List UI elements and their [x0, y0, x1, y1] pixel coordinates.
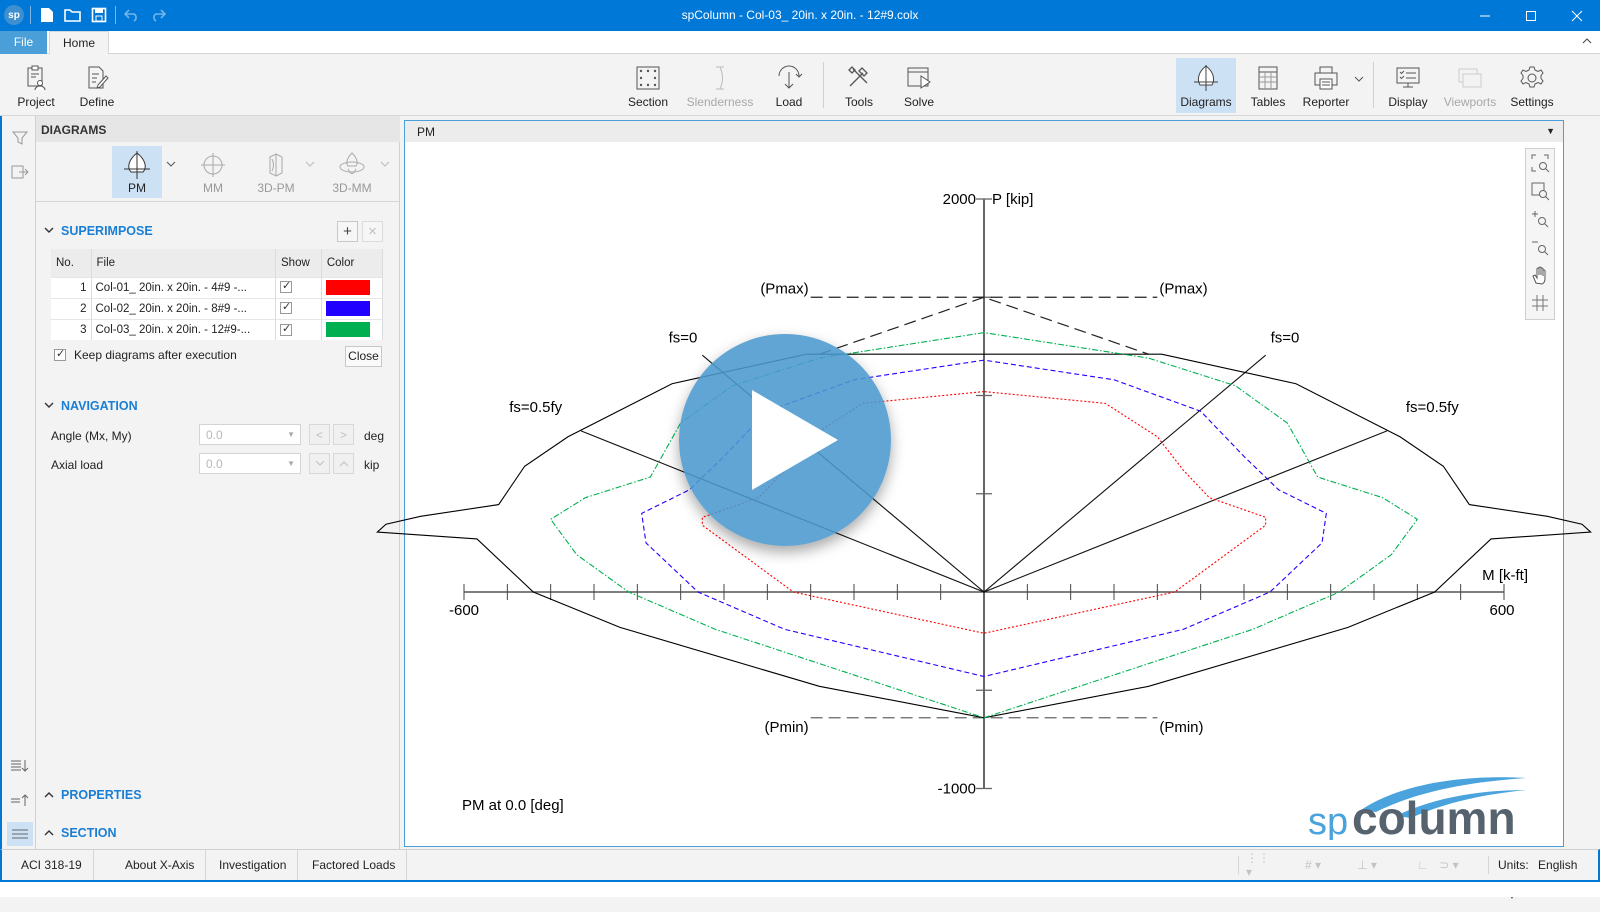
chart-annotation: (Pmin) — [764, 719, 808, 736]
y-axis-label: P [kip] — [992, 191, 1033, 208]
units-value: English — [1538, 858, 1578, 872]
chart-annotation: fs=0.5fy — [1406, 399, 1459, 416]
window-bottom-edge — [0, 880, 1600, 897]
ortho-icon[interactable]: ∟ — [1410, 856, 1436, 874]
chart-annotation: fs=0.5fy — [509, 399, 562, 416]
y-tick-label: 2000 — [943, 191, 976, 208]
status-mode[interactable]: Investigation — [208, 850, 299, 880]
status-design-code[interactable]: ACI 318-19 — [10, 850, 94, 880]
snap-icon[interactable]: ⊥ ▾ — [1354, 856, 1380, 874]
status-separator — [1238, 856, 1239, 874]
status-loads[interactable]: Factored Loads — [301, 850, 408, 880]
brand-column: column — [1352, 792, 1516, 840]
zoom-toolbar — [1525, 148, 1555, 320]
dot-grid-icon[interactable]: ⋮⋮ ▾ — [1246, 851, 1272, 879]
video-play-button[interactable] — [679, 334, 891, 546]
status-bar: ACI 318-19 About X-Axis Investigation Fa… — [0, 849, 1600, 901]
chart-subtitle: PM at 0.0 [deg] — [462, 797, 564, 814]
zoom-in-icon[interactable] — [1528, 207, 1552, 231]
polar-icon[interactable]: ⊃ ▾ — [1436, 856, 1462, 874]
units-label: Units: — [1498, 858, 1529, 872]
x-tick-label: 600 — [1489, 602, 1514, 619]
spcolumn-logo: sp column — [1308, 777, 1526, 840]
grid-lines-icon[interactable]: # ▾ — [1300, 856, 1326, 874]
x-tick-label: -600 — [449, 602, 479, 619]
brand-sp: sp — [1308, 801, 1348, 840]
zoom-out-icon[interactable] — [1528, 235, 1552, 259]
chart-annotation: fs=0 — [1271, 329, 1300, 346]
zoom-window-icon[interactable] — [1528, 179, 1552, 203]
zoom-extents-icon[interactable] — [1528, 151, 1552, 175]
chart-annotation: (Pmax) — [760, 280, 808, 297]
chart-annotation: (Pmin) — [1159, 719, 1203, 736]
status-separator — [1488, 856, 1489, 874]
chart-annotation: (Pmax) — [1159, 280, 1207, 297]
pan-hand-icon[interactable] — [1528, 263, 1552, 287]
grid-icon[interactable] — [1528, 291, 1552, 315]
chart-annotation: fs=0 — [669, 329, 698, 346]
x-axis-label: M [k-ft] — [1482, 567, 1528, 584]
y-tick-label: -1000 — [938, 781, 976, 798]
status-axis[interactable]: About X-Axis — [114, 850, 207, 880]
